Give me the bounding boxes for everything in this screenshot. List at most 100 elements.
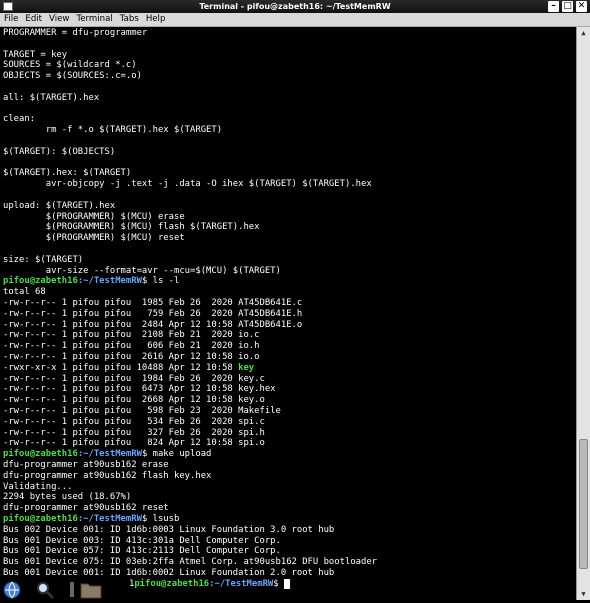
command-text: lsusb [152,514,180,524]
output-text: total 68 [3,287,46,298]
command-text: ls -l [152,276,180,287]
terminal-line: clean: [3,114,35,125]
terminal-line: upload: $(TARGET).hex [3,201,115,212]
terminal-line: Bus 001 Device 075: ID 03eb:2ffa Atmel C… [3,557,377,568]
prompt-user-host: pifou@zabeth16 [3,276,78,287]
terminal-output[interactable]: PROGRAMMER = dfu-programmer TARGET = key S… [0,27,576,600]
terminal-line: Bus 002 Device 001: ID 1d6b:0003 Linux F… [3,525,334,536]
output-text: $(TARGET): $(OBJECTS) [3,146,116,157]
close-button[interactable]: ✕ [576,1,587,12]
output-text: $(PROGRAMMER) $(MCU) reset [3,233,185,244]
menu-help[interactable]: Help [143,13,169,26]
maximize-button[interactable]: □ [562,1,573,12]
terminal-line: -rwxr-xr-x 1 pifou pifou 10488 Apr 12 10… [3,363,254,374]
output-text: $(PROGRAMMER) $(MCU) erase [3,211,185,222]
terminal-line: -rw-r--r-- 1 pifou pifou 2108 Feb 21 202… [3,330,259,341]
terminal-line: Validating... [3,482,72,493]
terminal-line: -rw-r--r-- 1 pifou pifou 759 Feb 26 2020… [3,309,302,320]
output-text: -rw-r--r-- 1 pifou pifou 1984 Feb 26 202… [3,373,265,384]
executable-filename: key [238,362,255,373]
terminal-line: -rw-r--r-- 1 pifou pifou 824 Apr 12 10:5… [3,438,265,449]
prompt-user-host: pifou@zabeth16 [134,578,210,589]
output-text: rm -f *.o $(TARGET).hex $(TARGET) [3,125,223,136]
terminal-line: -rw-r--r-- 1 pifou pifou 2484 Apr 12 10:… [3,320,302,331]
prompt-symbol: $ [141,449,153,460]
menu-edit[interactable]: Edit [22,13,45,26]
output-text: -rw-r--r-- 1 pifou pifou 6473 Apr 12 10:… [3,384,276,395]
prompt-path: :~/TestMemRW [77,514,142,524]
output-text: TARGET = key [3,49,68,60]
command-line: pifou@zabeth16:~/TestMemRW$ ls -l [3,276,179,287]
output-text: -rwxr-xr-x 1 pifou pifou 10488 Apr 12 10… [3,362,239,373]
command-line: pifou@zabeth16:~/TestMemRW$ make upload [3,449,211,460]
output-text: -rw-r--r-- 1 pifou pifou 327 Feb 26 2020… [3,427,265,438]
menu-file[interactable]: File [1,13,21,26]
terminal-line: TARGET = key [3,50,67,61]
minimize-button[interactable]: – [548,1,559,12]
scroll-down-arrow[interactable]: ▼ [577,588,590,600]
output-text: Bus 001 Device 057: ID 413c:2113 Dell Co… [3,546,281,557]
output-text: all: $(TARGET).hex [3,92,100,103]
taskbar [0,579,128,600]
terminal-line: -rw-r--r-- 1 pifou pifou 1984 Feb 26 202… [3,374,265,385]
output-text: -rw-r--r-- 1 pifou pifou 1985 Feb 26 202… [3,298,303,308]
output-text: -rw-r--r-- 1 pifou pifou 606 Feb 21 2020… [3,341,260,352]
vertical-scrollbar[interactable]: ▲ ▼ [576,27,590,600]
window-titlebar[interactable]: Terminal - pifou@zabeth16: ~/TestMemRW –… [0,0,590,13]
terminal-line: -rw-r--r-- 1 pifou pifou 1985 Feb 26 202… [3,298,302,309]
scroll-up-arrow[interactable]: ▲ [577,27,590,39]
output-text: PROGRAMMER = dfu-programmer [3,28,148,38]
output-text: Bus 002 Device 001: ID 1d6b:0003 Linux F… [3,524,335,535]
prompt-symbol: $ [141,276,153,287]
output-text: -rw-r--r-- 1 pifou pifou 598 Feb 23 2020… [3,406,281,416]
terminal-line: -rw-r--r-- 1 pifou pifou 327 Feb 26 2020… [3,428,265,439]
text-cursor [283,578,290,589]
output-text: -rw-r--r-- 1 pifou pifou 2108 Feb 21 202… [3,330,260,341]
output-text: SOURCES = $(wildcard *.c) [3,60,137,71]
terminal-line: dfu-programmer at90usb162 reset [3,503,169,514]
terminal-line: -rw-r--r-- 1 pifou pifou 534 Feb 26 2020… [3,417,265,428]
terminal-line: $(TARGET): $(OBJECTS) [3,147,115,158]
terminal-line: total 68 [3,287,46,298]
terminal-line: -rw-r--r-- 1 pifou pifou 2668 Apr 12 10:… [3,395,265,406]
prompt-path: :~/TestMemRW [77,276,142,287]
scrollbar-thumb[interactable] [579,439,588,569]
output-text: Bus 001 Device 003: ID 413c:301a Dell Co… [3,535,281,546]
terminal-line: avr-size --format=avr --mcu=$(MCU) $(TAR… [3,266,281,277]
terminal-line: avr-objcopy -j .text -j .data -O ihex $(… [3,179,372,190]
menu-tabs[interactable]: Tabs [117,13,142,26]
output-text: clean: [3,114,36,125]
terminal-line: PROGRAMMER = dfu-programmer [3,28,147,39]
terminal-line: Bus 001 Device 003: ID 413c:301a Dell Co… [3,536,281,547]
output-text: Validating... [3,481,73,492]
output-text: OBJECTS = $(SOURCES:.c=.o) [3,71,142,82]
terminal-line: size: $(TARGET) [3,255,83,266]
menu-terminal[interactable]: Terminal [73,13,115,26]
prompt-user-host: pifou@zabeth16 [3,449,78,460]
terminal-line: rm -f *.o $(TARGET).hex $(TARGET) [3,125,222,136]
terminal-line: -rw-r--r-- 1 pifou pifou 2616 Apr 12 10:… [3,352,259,363]
prompt-path: :~/TestMemRW [77,449,142,460]
output-text: Bus 001 Device 075: ID 03eb:2ffa Atmel C… [3,557,378,568]
terminal-line: $(TARGET).hex: $(TARGET) [3,168,131,179]
terminal-line: -rw-r--r-- 1 pifou pifou 606 Feb 21 2020… [3,341,259,352]
output-text: dfu-programmer at90usb162 erase [3,460,169,470]
files-icon[interactable] [80,580,102,599]
terminal-line: Bus 001 Device 057: ID 413c:2113 Dell Co… [3,546,281,557]
output-text: -rw-r--r-- 1 pifou pifou 2616 Apr 12 10:… [3,352,260,362]
output-text: -rw-r--r-- 1 pifou pifou 2484 Apr 12 10:… [3,319,303,330]
terminal-line: dfu-programmer at90usb162 erase [3,460,169,471]
output-text: avr-size --format=avr --mcu=$(MCU) $(TAR… [3,265,281,276]
terminal-line: $(PROGRAMMER) $(MCU) erase [3,212,185,223]
window-title: Terminal - pifou@zabeth16: ~/TestMemRW [199,2,391,11]
browser-icon[interactable] [2,580,22,599]
terminal-line: $(PROGRAMMER) $(MCU) flash $(TARGET).hex [3,222,260,233]
terminal-line: -rw-r--r-- 1 pifou pifou 598 Feb 23 2020… [3,406,281,417]
search-icon[interactable] [35,580,55,600]
terminal-line: 2294 bytes used (18.67%) [3,492,131,503]
output-text: avr-objcopy -j .text -j .data -O ihex $(… [3,179,372,190]
output-text: Bus 001 Device 001: ID 1d6b:0002 Linux F… [3,568,335,578]
terminal-line: -rw-r--r-- 1 pifou pifou 6473 Apr 12 10:… [3,384,276,395]
output-text: -rw-r--r-- 1 pifou pifou 759 Feb 26 2020… [3,308,303,319]
menu-view[interactable]: View [46,13,72,26]
